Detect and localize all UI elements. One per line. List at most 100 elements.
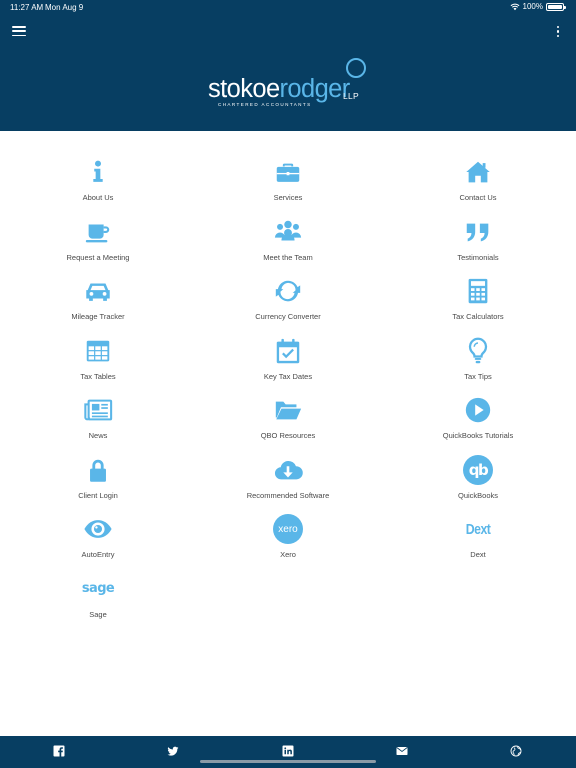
logo-wordmark: stokoerodger bbox=[208, 75, 350, 103]
tile-label: News bbox=[88, 431, 108, 440]
tile-label: Mileage Tracker bbox=[71, 312, 125, 321]
tile-icon-wrap bbox=[272, 216, 304, 248]
menu-tile-services[interactable]: Services bbox=[213, 150, 363, 206]
menu-tile-mileage-tracker[interactable]: Mileage Tracker bbox=[23, 269, 173, 325]
xero-logo-text: xero bbox=[278, 523, 298, 535]
tile-label: Tax Calculators bbox=[452, 312, 504, 321]
menu-tile-sage[interactable]: sage Sage bbox=[23, 567, 173, 623]
tile-icon-wrap bbox=[272, 335, 304, 367]
refresh-icon bbox=[275, 280, 301, 302]
tile-icon-wrap bbox=[82, 216, 114, 248]
tile-label: Contact Us bbox=[459, 193, 497, 202]
tile-label: Request a Meeting bbox=[66, 252, 130, 262]
menu-tile-key-tax-dates[interactable]: Key Tax Dates bbox=[213, 329, 363, 385]
calculator-icon bbox=[468, 278, 488, 304]
menu-tile-quickbooks-tutorials[interactable]: QuickBooks Tutorials bbox=[403, 388, 553, 444]
bottom-bar bbox=[0, 736, 576, 768]
menu-tile-currency-converter[interactable]: Currency Converter bbox=[213, 269, 363, 325]
globe-icon bbox=[510, 745, 522, 757]
menu-tile-request-a-meeting[interactable]: Request a Meeting bbox=[23, 210, 173, 266]
menu-tile-recommended-software[interactable]: Recommended Software bbox=[213, 448, 363, 504]
tile-icon-wrap bbox=[462, 335, 494, 367]
tile-icon-wrap bbox=[82, 156, 114, 188]
calendar-check-icon bbox=[276, 338, 300, 363]
menu-tile-qbo-resources[interactable]: QBO Resources bbox=[213, 388, 363, 444]
tile-label: Recommended Software bbox=[246, 490, 330, 500]
tile-label: QBO Resources bbox=[260, 431, 316, 440]
lock-icon bbox=[90, 459, 106, 482]
status-date: Mon Aug 9 bbox=[45, 3, 84, 12]
logo-suffix: LLP bbox=[343, 91, 360, 101]
newspaper-icon bbox=[84, 399, 113, 421]
home-icon bbox=[466, 161, 490, 183]
info-icon bbox=[93, 160, 103, 182]
xero-logo-icon: xero bbox=[273, 514, 303, 544]
tile-icon-wrap bbox=[462, 156, 494, 188]
more-options-button[interactable] bbox=[553, 25, 563, 38]
menu-button[interactable] bbox=[12, 25, 26, 37]
tile-icon-wrap: sage bbox=[81, 573, 115, 605]
tile-icon-wrap bbox=[82, 513, 114, 545]
menu-tile-dext[interactable]: Dext Dext bbox=[403, 507, 553, 563]
tile-label: Dext bbox=[470, 550, 486, 559]
lightbulb-icon bbox=[468, 337, 488, 363]
play-circle-icon bbox=[465, 397, 491, 423]
menu-tile-quickbooks[interactable]: qb QuickBooks bbox=[403, 448, 553, 504]
sage-logo-icon: sage bbox=[81, 581, 115, 596]
menu-tile-client-login[interactable]: Client Login bbox=[23, 448, 173, 504]
menu-tile-contact-us[interactable]: Contact Us bbox=[403, 150, 553, 206]
menu-tile-news[interactable]: News bbox=[23, 388, 173, 444]
eye-icon bbox=[84, 520, 112, 538]
tile-icon-wrap: qb bbox=[462, 454, 494, 486]
menu-tile-xero[interactable]: xero Xero bbox=[213, 507, 363, 563]
email-button[interactable] bbox=[395, 744, 409, 758]
menu-tile-testimonials[interactable]: Testimonials bbox=[403, 210, 553, 266]
tile-icon-wrap bbox=[272, 394, 304, 426]
briefcase-icon bbox=[276, 163, 300, 182]
linkedin-button[interactable] bbox=[281, 744, 295, 758]
menu-tile-meet-the-team[interactable]: Meet the Team bbox=[213, 210, 363, 266]
tile-icon-wrap bbox=[462, 216, 494, 248]
wifi-icon bbox=[510, 3, 519, 10]
tile-icon-wrap bbox=[272, 156, 304, 188]
status-bar: 11:27 AM Mon Aug 9 100% bbox=[0, 0, 576, 14]
tile-icon-wrap bbox=[82, 394, 114, 426]
tile-label: Meet the Team bbox=[263, 252, 313, 262]
menu-tile-tax-calculators[interactable]: Tax Calculators bbox=[403, 269, 553, 325]
twitter-button[interactable] bbox=[166, 744, 180, 758]
menu-tile-autoentry[interactable]: AutoEntry bbox=[23, 507, 173, 563]
envelope-icon bbox=[396, 747, 408, 755]
menu-tile-about-us[interactable]: About Us bbox=[23, 150, 173, 206]
quickbooks-logo-text: qb bbox=[468, 460, 489, 479]
status-time: 11:27 AM bbox=[10, 3, 44, 12]
tile-label: Xero bbox=[280, 550, 296, 559]
website-button[interactable] bbox=[509, 744, 523, 758]
battery-percent: 100% bbox=[522, 2, 543, 11]
tile-label: Sage bbox=[89, 609, 107, 619]
tile-icon-wrap bbox=[82, 454, 114, 486]
menu-tile-tax-tips[interactable]: Tax Tips bbox=[403, 329, 553, 385]
tile-label: Tax Tables bbox=[80, 371, 116, 381]
tile-icon-wrap: xero bbox=[272, 513, 304, 545]
tile-label: QuickBooks bbox=[457, 490, 499, 500]
sage-logo-text: sage bbox=[81, 581, 115, 596]
tile-label: QuickBooks Tutorials bbox=[442, 431, 514, 440]
home-indicator bbox=[200, 760, 376, 763]
tile-icon-wrap bbox=[82, 275, 114, 307]
app-header: 11:27 AM Mon Aug 9 100% stokoerodger LLP… bbox=[0, 0, 576, 131]
logo-tagline: CHARTERED ACCOUNTANTS bbox=[218, 102, 312, 107]
tile-icon-wrap bbox=[462, 394, 494, 426]
facebook-button[interactable] bbox=[52, 744, 66, 758]
menu-tile-tax-tables[interactable]: Tax Tables bbox=[23, 329, 173, 385]
tile-label: AutoEntry bbox=[81, 550, 115, 559]
quickbooks-logo-icon: qb bbox=[463, 454, 493, 485]
quote-icon bbox=[466, 223, 489, 241]
folder-open-icon bbox=[275, 401, 302, 420]
tile-icon-wrap bbox=[272, 454, 304, 486]
logo-part1: stokoe bbox=[208, 75, 280, 103]
twitter-icon bbox=[167, 746, 179, 756]
facebook-icon bbox=[53, 745, 65, 757]
tile-label: Testimonials bbox=[457, 252, 499, 262]
car-icon bbox=[86, 283, 110, 301]
tile-label: Tax Tips bbox=[464, 371, 492, 381]
